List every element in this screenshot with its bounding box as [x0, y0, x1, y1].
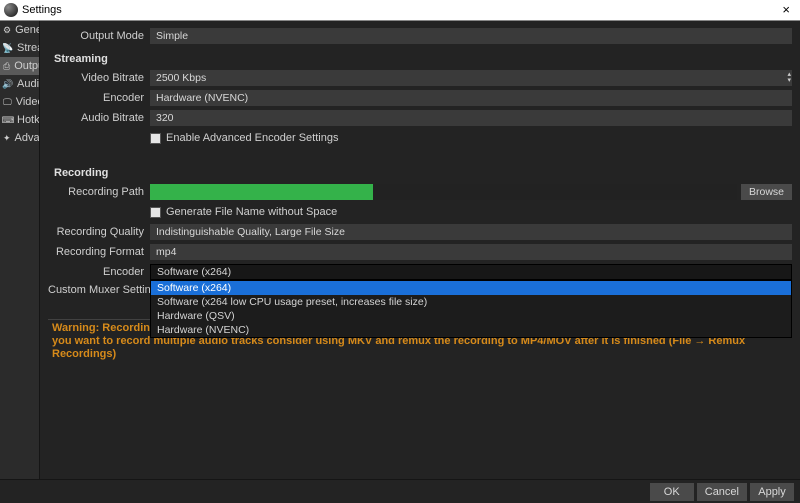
recording-quality-label: Recording Quality: [48, 226, 150, 238]
adv-encoder-checkbox-row[interactable]: Enable Advanced Encoder Settings: [150, 132, 338, 144]
sidebar-item-stream[interactable]: 📡 Stream: [0, 39, 39, 57]
sidebar-item-advanced[interactable]: ✦ Advanced: [0, 129, 39, 147]
output-mode-label: Output Mode: [48, 30, 150, 42]
output-icon: ⎙: [3, 61, 10, 71]
sidebar-item-hotkeys[interactable]: ⌨ Hotkeys: [0, 111, 39, 129]
output-mode-select[interactable]: Simple: [150, 28, 792, 44]
monitor-icon: 🖵: [3, 97, 12, 107]
recording-quality-select[interactable]: Indistinguishable Quality, Large File Si…: [150, 224, 792, 240]
browse-button[interactable]: Browse: [741, 184, 792, 200]
close-button[interactable]: ×: [776, 3, 796, 17]
speaker-icon: 🔊: [3, 79, 13, 89]
sidebar-item-general[interactable]: ⚙ General: [0, 21, 39, 39]
encoder-dropdown-list: Software (x264) Software (x264 low CPU u…: [150, 280, 792, 338]
recording-format-select[interactable]: mp4: [150, 244, 792, 260]
sidebar-item-audio[interactable]: 🔊 Audio: [0, 75, 39, 93]
video-bitrate-value: 2500 Kbps: [156, 72, 206, 84]
cancel-button[interactable]: Cancel: [697, 483, 747, 501]
audio-bitrate-select[interactable]: 320: [150, 110, 792, 126]
keyboard-icon: ⌨: [3, 115, 13, 125]
checkbox-icon[interactable]: [150, 207, 161, 218]
encoder-option[interactable]: Hardware (QSV): [151, 309, 791, 323]
recording-encoder-select[interactable]: Software (x264) Software (x264) Software…: [150, 264, 792, 280]
titlebar: Settings ×: [0, 0, 800, 20]
sidebar-item-label: Hotkeys: [17, 114, 40, 126]
gear-icon: ⚙: [3, 25, 11, 35]
antenna-icon: 📡: [3, 43, 13, 53]
output-mode-value: Simple: [156, 30, 188, 42]
main-panel: Output Mode Simple Streaming Video Bitra…: [40, 21, 800, 479]
footer: OK Cancel Apply: [0, 479, 800, 503]
custom-muxer-label: Custom Muxer Settings: [48, 284, 150, 296]
video-bitrate-input[interactable]: 2500 Kbps ▴▾: [150, 70, 792, 86]
recording-format-label: Recording Format: [48, 246, 150, 258]
recording-encoder-value: Software (x264): [157, 266, 231, 278]
app-icon: [4, 3, 18, 17]
encoder-option[interactable]: Software (x264 low CPU usage preset, inc…: [151, 295, 791, 309]
streaming-encoder-label: Encoder: [48, 92, 150, 104]
checkbox-icon[interactable]: [150, 133, 161, 144]
streaming-heading: Streaming: [48, 47, 792, 69]
generate-filename-checkbox-row[interactable]: Generate File Name without Space: [150, 206, 337, 218]
audio-bitrate-value: 320: [156, 112, 174, 124]
generate-filename-label: Generate File Name without Space: [166, 206, 337, 218]
streaming-encoder-select[interactable]: Hardware (NVENC): [150, 90, 792, 106]
sidebar-item-label: Stream: [17, 42, 40, 54]
recording-format-value: mp4: [156, 246, 176, 258]
recording-path-label: Recording Path: [48, 186, 150, 198]
sidebar-item-label: Advanced: [15, 132, 40, 144]
advanced-icon: ✦: [3, 133, 11, 143]
apply-button[interactable]: Apply: [750, 483, 794, 501]
ok-button[interactable]: OK: [650, 483, 694, 501]
sidebar-item-label: Audio: [17, 78, 40, 90]
recording-heading: Recording: [48, 161, 792, 183]
settings-window: Settings × ⚙ General 📡 Stream ⎙ Output 🔊…: [0, 0, 800, 503]
spin-icon[interactable]: ▴▾: [787, 70, 791, 86]
encoder-option[interactable]: Software (x264): [151, 281, 791, 295]
sidebar-item-video[interactable]: 🖵 Video: [0, 93, 39, 111]
audio-bitrate-label: Audio Bitrate: [48, 112, 150, 124]
sidebar-item-output[interactable]: ⎙ Output: [0, 57, 39, 75]
window-title: Settings: [22, 4, 776, 16]
sidebar-item-label: General: [15, 24, 40, 36]
encoder-option[interactable]: Hardware (NVENC): [151, 323, 791, 337]
recording-encoder-label: Encoder: [48, 266, 150, 278]
sidebar-item-label: Video: [16, 96, 40, 108]
recording-path-input[interactable]: [150, 184, 737, 200]
streaming-encoder-value: Hardware (NVENC): [156, 92, 248, 104]
recording-quality-value: Indistinguishable Quality, Large File Si…: [156, 226, 345, 238]
sidebar: ⚙ General 📡 Stream ⎙ Output 🔊 Audio 🖵 Vi…: [0, 21, 40, 479]
sidebar-item-label: Output: [14, 60, 40, 72]
video-bitrate-label: Video Bitrate: [48, 72, 150, 84]
adv-encoder-checkbox-label: Enable Advanced Encoder Settings: [166, 132, 338, 144]
